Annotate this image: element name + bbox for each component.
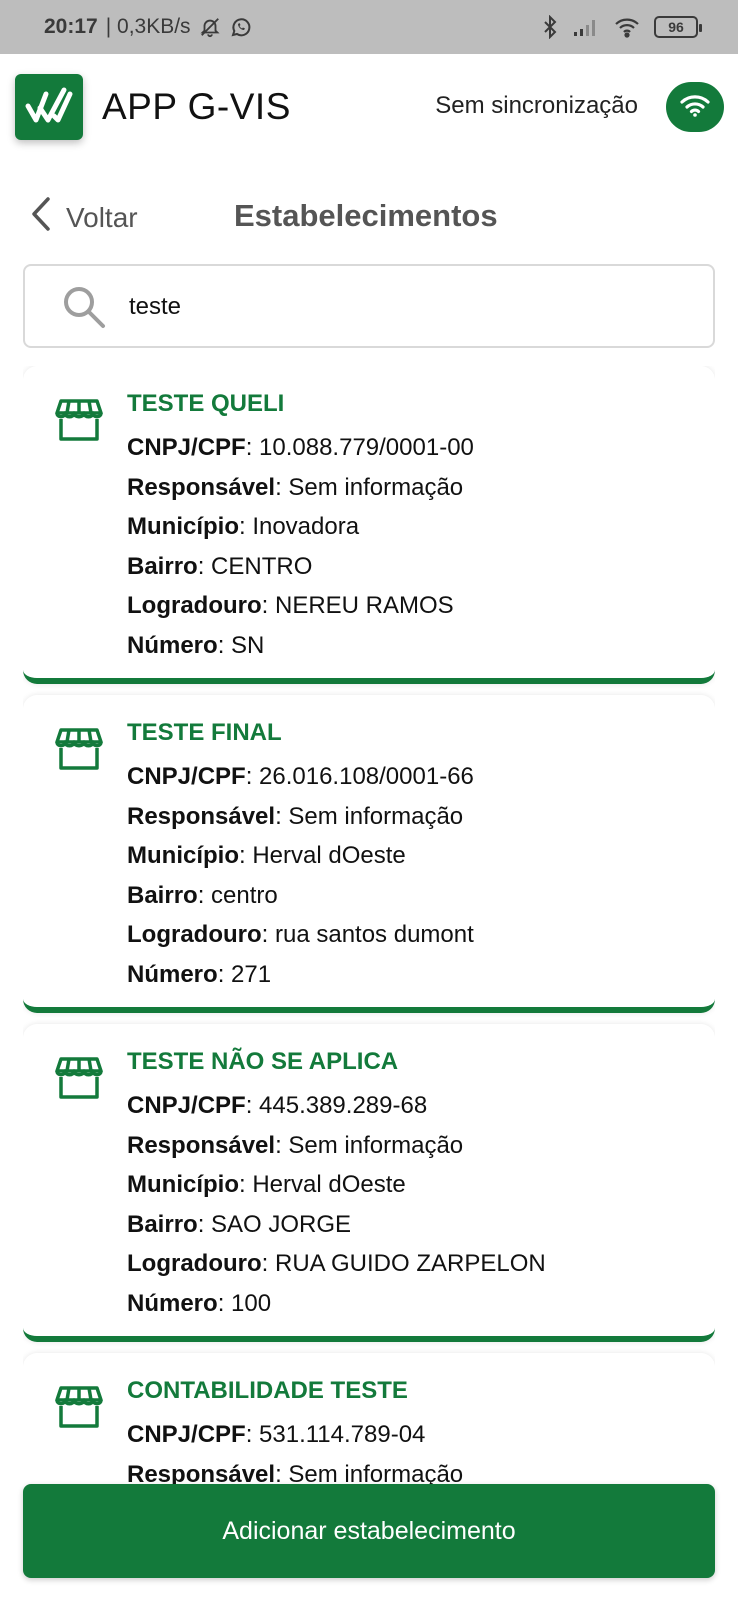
- numero-row: Número: 100: [127, 1284, 546, 1324]
- establishment-card[interactable]: CONTABILIDADE TESTE CNPJ/CPF: 531.114.78…: [23, 1353, 715, 1486]
- storefront-icon: [55, 398, 103, 447]
- responsavel-value: : Sem informação: [275, 1131, 464, 1159]
- bairro-label: Bairro: [127, 1210, 198, 1238]
- establishment-card[interactable]: TESTE FINAL CNPJ/CPF: 26.016.108/0001-66…: [23, 695, 715, 1013]
- logradouro-label: Logradouro: [127, 592, 262, 619]
- bairro-label: Bairro: [127, 552, 198, 580]
- cnpj-row: CNPJ/CPF: 445.389.289-68: [127, 1086, 546, 1126]
- numero-row: Número: SN: [127, 626, 474, 666]
- wifi-status-icon: [614, 16, 640, 38]
- sync-status-label: Sem sincronização: [435, 92, 638, 119]
- back-button[interactable]: Voltar: [30, 196, 138, 239]
- search-box: [23, 264, 715, 348]
- cnpj-value: : 10.088.779/0001-00: [245, 434, 474, 461]
- navigation-row: Voltar Estabelecimentos: [0, 184, 738, 254]
- search-icon: [61, 284, 107, 335]
- cnpj-row: CNPJ/CPF: 531.114.789-04: [127, 1415, 463, 1455]
- status-time: 20:17: [44, 15, 98, 38]
- bell-muted-icon: [199, 16, 221, 38]
- bairro-value: : centro: [197, 881, 278, 909]
- establishment-card[interactable]: TESTE QUELI CNPJ/CPF: 10.088.779/0001-00…: [23, 366, 715, 684]
- responsavel-row: Responsável: Sem informação: [127, 797, 474, 837]
- establishment-name: TESTE FINAL: [127, 719, 282, 746]
- responsavel-label: Responsável: [127, 802, 276, 830]
- responsavel-value: : Sem informação: [275, 802, 464, 830]
- municipio-label: Município: [127, 842, 239, 869]
- municipio-row: Município: Herval dOeste: [127, 1165, 546, 1205]
- responsavel-value: : Sem informação: [275, 473, 464, 501]
- logradouro-label: Logradouro: [127, 921, 262, 948]
- establishment-name: CONTABILIDADE TESTE: [127, 1377, 408, 1404]
- bairro-label: Bairro: [127, 881, 198, 909]
- municipio-row: Município: Inovadora: [127, 507, 474, 547]
- responsavel-value: : Sem informação: [275, 1460, 464, 1487]
- page-title: Estabelecimentos: [234, 198, 498, 233]
- bairro-row: Bairro: CENTRO: [127, 547, 474, 587]
- whatsapp-icon: [229, 15, 253, 39]
- sync-button[interactable]: [666, 82, 724, 132]
- search-input[interactable]: [129, 286, 689, 328]
- numero-label: Número: [127, 631, 218, 659]
- responsavel-label: Responsável: [127, 1460, 276, 1487]
- logradouro-row: Logradouro: rua santos dumont: [127, 915, 474, 955]
- signal-icon: [572, 17, 600, 37]
- numero-label: Número: [127, 960, 218, 988]
- storefront-icon: [55, 1385, 103, 1434]
- logradouro-row: Logradouro: RUA GUIDO ZARPELON: [127, 1244, 546, 1284]
- add-establishment-button[interactable]: Adicionar estabelecimento: [23, 1484, 715, 1578]
- numero-value: : SN: [217, 631, 265, 659]
- wifi-icon: [679, 92, 711, 123]
- cnpj-label: CNPJ/CPF: [127, 1092, 246, 1119]
- cnpj-label: CNPJ/CPF: [127, 434, 246, 461]
- back-label: Voltar: [66, 201, 138, 233]
- status-bar: 20:17 | 0,3KB/s 96: [0, 0, 738, 54]
- cnpj-row: CNPJ/CPF: 10.088.779/0001-00: [127, 428, 474, 468]
- app-title: APP G-VIS: [102, 86, 291, 127]
- bairro-row: Bairro: centro: [127, 876, 474, 916]
- municipio-label: Município: [127, 513, 239, 540]
- establishment-name: TESTE NÃO SE APLICA: [127, 1048, 399, 1075]
- municipio-value: : Herval dOeste: [238, 1171, 406, 1198]
- municipio-value: : Herval dOeste: [238, 842, 406, 869]
- cnpj-label: CNPJ/CPF: [127, 1421, 246, 1448]
- check-marks-logo-icon: [15, 74, 83, 140]
- storefront-icon: [55, 1056, 103, 1105]
- bluetooth-icon: [542, 15, 558, 39]
- responsavel-row: Responsável: Sem informação: [127, 468, 474, 508]
- cnpj-label: CNPJ/CPF: [127, 763, 246, 790]
- numero-row: Número: 271: [127, 955, 474, 995]
- app-header: APP G-VIS Sem sincronização: [0, 54, 738, 164]
- responsavel-row: Responsável: Sem informação: [127, 1126, 546, 1166]
- responsavel-row: Responsável: Sem informação: [127, 1455, 463, 1487]
- establishment-name: TESTE QUELI: [127, 390, 285, 417]
- responsavel-label: Responsável: [127, 473, 276, 501]
- status-net-speed: | 0,3KB/s: [105, 15, 191, 38]
- bairro-value: : CENTRO: [197, 552, 313, 580]
- cnpj-value: : 26.016.108/0001-66: [245, 763, 474, 790]
- logradouro-label: Logradouro: [127, 1250, 262, 1277]
- bairro-row: Bairro: SAO JORGE: [127, 1205, 546, 1245]
- status-bar-right: 96: [542, 15, 702, 39]
- municipio-value: : Inovadora: [238, 513, 360, 540]
- battery-icon: 96: [654, 16, 702, 38]
- municipio-row: Município: Herval dOeste: [127, 836, 474, 876]
- logradouro-value: : NEREU RAMOS: [261, 592, 454, 619]
- establishment-list[interactable]: TESTE QUELI CNPJ/CPF: 10.088.779/0001-00…: [23, 366, 715, 1486]
- numero-label: Número: [127, 1289, 218, 1317]
- cnpj-row: CNPJ/CPF: 26.016.108/0001-66: [127, 757, 474, 797]
- cnpj-value: : 531.114.789-04: [245, 1421, 426, 1448]
- logradouro-value: : rua santos dumont: [261, 921, 474, 948]
- status-bar-left: 20:17 | 0,3KB/s: [44, 15, 253, 39]
- logradouro-value: : RUA GUIDO ZARPELON: [261, 1250, 546, 1277]
- bairro-value: : SAO JORGE: [197, 1210, 352, 1238]
- storefront-icon: [55, 727, 103, 776]
- municipio-label: Município: [127, 1171, 239, 1198]
- cnpj-value: : 445.389.289-68: [245, 1092, 428, 1119]
- responsavel-label: Responsável: [127, 1131, 276, 1159]
- establishment-card[interactable]: TESTE NÃO SE APLICA CNPJ/CPF: 445.389.28…: [23, 1024, 715, 1342]
- chevron-left-icon: [30, 196, 52, 239]
- logradouro-row: Logradouro: NEREU RAMOS: [127, 586, 474, 626]
- numero-value: : 100: [217, 1289, 272, 1317]
- numero-value: : 271: [217, 960, 272, 988]
